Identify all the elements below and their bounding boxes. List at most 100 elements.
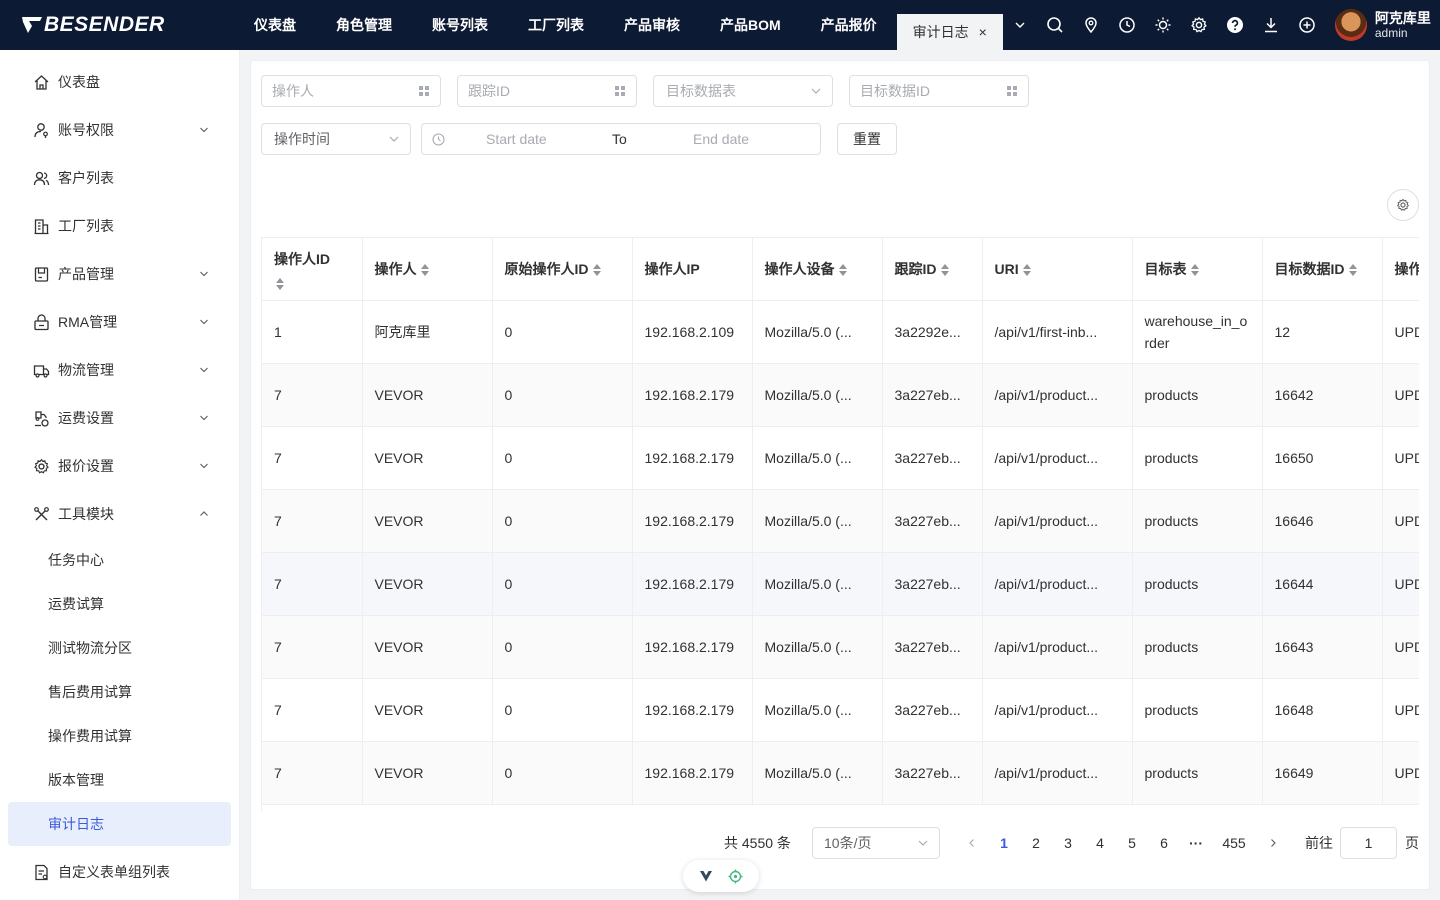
date-range-picker[interactable]: Start date To End date [421,123,821,155]
tab-product-quote[interactable]: 产品报价 [801,0,897,50]
column-header-target-data-id[interactable]: 目标数据ID [1262,238,1383,301]
column-header-uri[interactable]: URI [982,238,1133,301]
brand-logo-icon [22,17,42,33]
help-button[interactable] [1217,0,1253,50]
cell-uri: /api/v1/product... [982,615,1133,679]
theme-toggle-button[interactable] [1145,0,1181,50]
column-header-trace-id[interactable]: 跟踪ID [882,238,983,301]
page-2-button[interactable]: 2 [1020,827,1052,859]
sidebar-item-account-permissions[interactable]: 账号权限 [0,106,239,154]
sidebar-subitem-task-center[interactable]: 任务中心 [0,538,239,582]
column-settings-button[interactable] [1387,189,1419,221]
column-header-operator[interactable]: 操作人 [362,238,493,301]
add-button[interactable] [1289,0,1325,50]
target-icon[interactable] [728,869,743,884]
cell-operator: VEVOR [362,678,493,742]
sidebar-item-label: 物流管理 [58,362,114,378]
table-row[interactable]: 7 VEVOR 0 192.168.2.179 Mozilla/5.0 (... 3a22… [262,363,1419,427]
history-button[interactable] [1109,0,1145,50]
page-5-button[interactable]: 5 [1116,827,1148,859]
tabs-more-button[interactable] [1003,0,1037,50]
user-menu[interactable]: 阿克库里 admin [1334,9,1431,41]
page-3-button[interactable]: 3 [1052,827,1084,859]
tab-role-management[interactable]: 角色管理 [316,0,412,50]
sidebar-subitem-version-management[interactable]: 版本管理 [0,758,239,802]
start-date-input[interactable]: Start date [486,131,582,147]
trace-id-placeholder: 跟踪ID [468,83,510,99]
tab-product-bom[interactable]: 产品BOM [700,0,801,50]
table-row[interactable]: 7 VEVOR 0 192.168.2.179 Mozilla/5.0 (... 3a22… [262,489,1419,553]
search-button[interactable] [1037,0,1073,50]
cell-operator-device: Mozilla/5.0 (... [752,363,883,427]
sidebar-item-logistics-management[interactable]: 物流管理 [0,346,239,394]
column-header-operator-id[interactable]: 操作人ID [262,238,363,301]
tab-dashboard[interactable]: 仪表盘 [240,0,316,50]
goto-page-input[interactable]: 1 [1340,827,1397,859]
trace-id-input[interactable]: 跟踪ID [457,75,637,107]
column-header-target-table[interactable]: 目标表 [1132,238,1263,301]
plus-circle-icon [1299,17,1315,33]
box-icon [32,265,50,283]
table-row[interactable]: 7 VEVOR 0 192.168.2.179 Mozilla/5.0 (... 3a22… [262,741,1419,805]
tab-account-list[interactable]: 账号列表 [412,0,508,50]
table-row[interactable]: 7 VEVOR 0 192.168.2.179 Mozilla/5.0 (... 3a22… [262,615,1419,679]
page-4-button[interactable]: 4 [1084,827,1116,859]
sort-icon[interactable] [1190,264,1199,277]
cell-operator-ip: 192.168.2.179 [632,678,753,742]
sidebar-item-rma-management[interactable]: RMA管理 [0,298,239,346]
close-icon[interactable]: × [979,24,987,40]
sidebar-subitem-operation-fee-trial[interactable]: 操作费用试算 [0,714,239,758]
more-pages-button[interactable]: ··· [1180,827,1212,859]
logo[interactable]: BESENDER [0,0,240,50]
truck-icon [32,361,50,379]
sidebar-item-custom-form-groups[interactable]: 自定义表单组列表 [0,848,239,896]
users-icon [32,169,50,187]
location-button[interactable] [1073,0,1109,50]
table-row[interactable]: 7 VEVOR 0 192.168.2.179 Mozilla/5.0 (... 3a22… [262,426,1419,490]
next-page-button[interactable] [1257,827,1289,859]
sort-icon[interactable] [838,264,847,277]
sidebar-item-tools-module[interactable]: 工具模块 [0,490,239,538]
sidebar-subitem-audit-log[interactable]: 审计日志 [8,802,231,846]
sidebar-item-dashboard[interactable]: 仪表盘 [0,58,239,106]
sidebar-subitem-freight-trial[interactable]: 运费试算 [0,582,239,626]
cell-operator-id: 7 [262,489,363,553]
sidebar-item-factory-list[interactable]: 工厂列表 [0,202,239,250]
sidebar-item-freight-settings[interactable]: 运费设置 [0,394,239,442]
page-6-button[interactable]: 6 [1148,827,1180,859]
end-date-input[interactable]: End date [693,131,789,147]
table-row[interactable]: 7 VEVOR 0 192.168.2.179 Mozilla/5.0 (... 3a22… [262,552,1419,616]
page-1-button[interactable]: 1 [988,827,1020,859]
sort-icon[interactable] [1348,264,1357,277]
column-header-operator-ip: 操作人IP [632,238,753,301]
pagination: 共 4550 条 10条/页 1 2 3 4 5 6 ··· 455 前往 1 … [251,827,1431,859]
tab-product-review[interactable]: 产品审核 [604,0,700,50]
page-size-select[interactable]: 10条/页 [812,827,940,859]
target-table-select[interactable]: 目标数据表 [653,75,833,107]
sort-icon[interactable] [940,264,949,277]
reset-button[interactable]: 重置 [837,123,897,155]
tab-audit-log[interactable]: 审计日志 × [896,14,1003,50]
sidebar-item-product-management[interactable]: 产品管理 [0,250,239,298]
sidebar-subitem-after-sales-fee-trial[interactable]: 售后费用试算 [0,670,239,714]
column-header-original-operator-id[interactable]: 原始操作人ID [492,238,633,301]
table-row[interactable]: 7 VEVOR 0 192.168.2.179 Mozilla/5.0 (... 3a22… [262,678,1419,742]
operator-input[interactable]: 操作人 [261,75,441,107]
tab-factory-list[interactable]: 工厂列表 [508,0,604,50]
last-page-button[interactable]: 455 [1214,827,1254,859]
settings-button[interactable] [1181,0,1217,50]
sidebar-subitem-logistics-zone-test[interactable]: 测试物流分区 [0,626,239,670]
sidebar-item-quote-settings[interactable]: 报价设置 [0,442,239,490]
download-button[interactable] [1253,0,1289,50]
time-type-select[interactable]: 操作时间 [261,123,411,155]
sidebar-item-customer-list[interactable]: 客户列表 [0,154,239,202]
sort-icon[interactable] [420,264,429,277]
table-row[interactable]: 1 阿克库里 0 192.168.2.109 Mozilla/5.0 (... 3a229… [262,300,1419,364]
column-header-operator-device[interactable]: 操作人设备 [752,238,883,301]
prev-page-button[interactable] [956,827,988,859]
sort-icon[interactable] [1022,264,1031,277]
vue-logo-icon[interactable] [699,869,713,883]
target-data-id-input[interactable]: 目标数据ID [849,75,1029,107]
sort-icon[interactable] [592,264,601,277]
sort-icon[interactable] [276,278,284,291]
